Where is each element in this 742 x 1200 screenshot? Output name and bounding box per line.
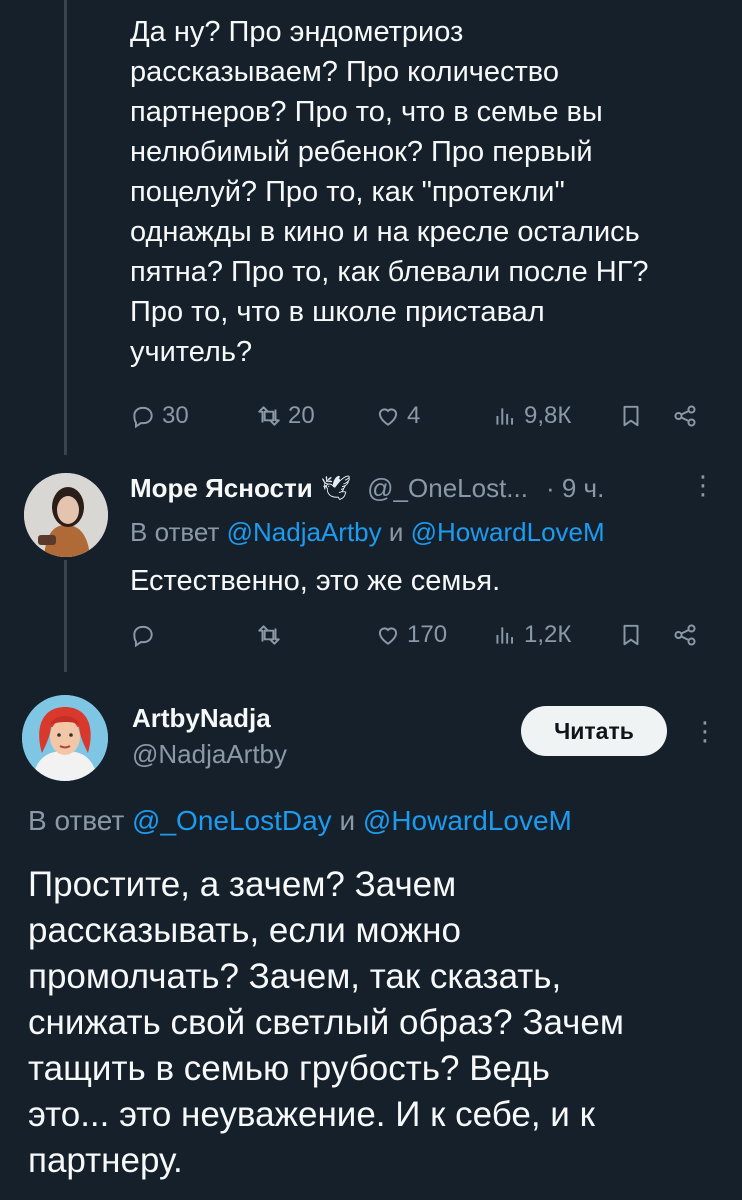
views-button[interactable]: 1,2К: [492, 615, 571, 655]
follow-button[interactable]: Читать: [521, 706, 667, 756]
reply-tweet-header: Море Ясности 🕊 @_OneLost... · 9 ч.: [130, 470, 604, 506]
avatar[interactable]: [22, 695, 108, 781]
avatar-illustration: [22, 695, 108, 781]
reply-count: 30: [162, 402, 189, 429]
reply-icon: [133, 625, 153, 648]
bookmark-button[interactable]: [618, 396, 644, 436]
heart-icon: [378, 627, 398, 645]
retweet-icon: [258, 406, 280, 426]
bookmark-icon: [623, 405, 639, 427]
thread-line-middle: [64, 560, 67, 672]
prev-tweet-actions: 30 20 4 9,8К: [130, 396, 702, 436]
user-handle[interactable]: @_OneLost...: [367, 473, 528, 504]
like-button[interactable]: 170: [375, 615, 447, 655]
retweet-button[interactable]: [256, 615, 282, 655]
reply-tweet-actions: 170 1,2К: [130, 615, 702, 655]
mention-link[interactable]: @_OneLostDay: [132, 805, 332, 836]
avatar-photo: [24, 473, 108, 557]
main-tweet-text: Простите, а зачем? Зачем рассказывать, е…: [28, 865, 624, 1180]
reply-tweet-text: Естественно, это же семья.: [130, 565, 501, 597]
mention-link[interactable]: @HowardLoveM: [363, 805, 572, 836]
reply-context: В ответ @_OneLostDay и @HowardLoveM: [28, 801, 572, 841]
views-icon: [496, 627, 514, 644]
user-handle[interactable]: @NadjaArtby: [132, 739, 287, 770]
display-name[interactable]: Море Ясности: [130, 473, 313, 504]
reply-button[interactable]: [130, 615, 156, 655]
views-button[interactable]: 9,8К: [492, 396, 571, 436]
bookmark-button[interactable]: [618, 615, 644, 655]
more-options-icon[interactable]: ⋮: [692, 716, 718, 747]
heart-icon: [378, 408, 398, 426]
retweet-button[interactable]: 20: [256, 396, 315, 436]
bookmark-icon: [623, 624, 639, 646]
share-button[interactable]: [672, 396, 698, 436]
retweet-count: 20: [288, 402, 315, 429]
mention-link[interactable]: @NadjaArtby: [227, 517, 382, 547]
retweet-icon: [258, 625, 280, 645]
mention-link[interactable]: @HowardLoveM: [411, 517, 605, 547]
reply-button[interactable]: 30: [130, 396, 189, 436]
reply-prefix: В ответ: [130, 517, 220, 547]
dove-emoji: 🕊: [320, 474, 352, 502]
share-icon: [674, 405, 696, 427]
reply-prefix: В ответ: [28, 805, 125, 836]
display-name[interactable]: ArtbyNadja: [132, 703, 271, 734]
like-button[interactable]: 4: [375, 396, 420, 436]
views-icon: [496, 408, 514, 425]
timestamp[interactable]: · 9 ч.: [546, 473, 604, 504]
more-options-icon[interactable]: ⋮: [690, 470, 716, 501]
thread-line-top: [64, 0, 67, 455]
like-count: 170: [407, 621, 448, 648]
prev-tweet-text: Да ну? Про эндометриоз рассказываем? Про…: [130, 16, 649, 368]
reply-and: и: [388, 517, 404, 547]
avatar[interactable]: [24, 473, 108, 557]
like-count: 4: [407, 402, 421, 429]
share-icon: [674, 624, 696, 646]
reply-icon: [133, 406, 153, 429]
share-button[interactable]: [672, 615, 698, 655]
views-count: 9,8К: [524, 402, 572, 429]
reply-context: В ответ @NadjaArtby и @HowardLoveM: [130, 514, 605, 550]
views-count: 1,2К: [524, 621, 572, 648]
reply-and: и: [339, 805, 356, 836]
